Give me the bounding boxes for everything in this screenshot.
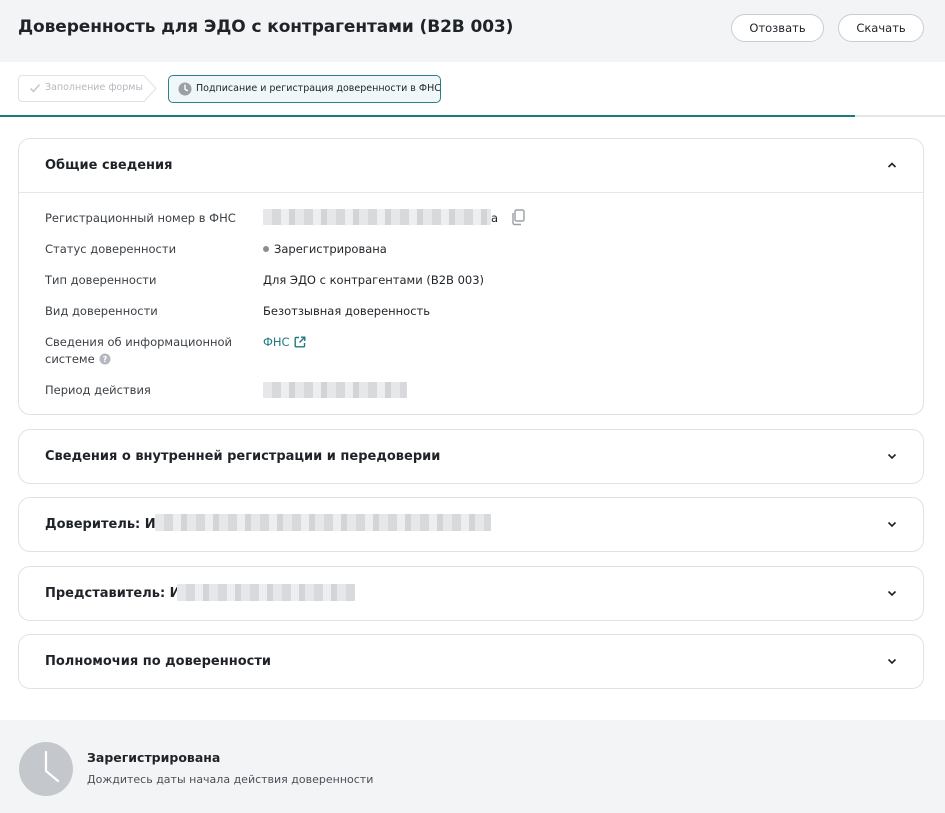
- info-system-label: Сведения об информационной системе?: [45, 334, 235, 368]
- step-fill-form[interactable]: Заполнение формы: [18, 75, 157, 102]
- powers-panel[interactable]: Полномочия по доверенности: [18, 634, 924, 689]
- principal-name-redacted: [155, 514, 491, 531]
- step-label: Заполнение формы: [45, 82, 143, 93]
- kind-label: Вид доверенности: [45, 304, 158, 318]
- info-system-label-text: Сведения об информационной системе: [45, 335, 233, 366]
- status-dot: [263, 246, 269, 252]
- chevron-down-icon[interactable]: [887, 519, 897, 529]
- clock-icon: [19, 742, 73, 796]
- period-redacted: [263, 382, 407, 398]
- copy-icon[interactable]: [510, 209, 526, 226]
- step-label: Подписание и регистрация доверенности в …: [196, 83, 441, 94]
- panel-title: Полномочия по доверенности: [45, 654, 271, 669]
- period-label: Период действия: [45, 383, 151, 397]
- reg-number-label: Регистрационный номер в ФНС: [45, 211, 236, 225]
- footer-status-subtitle: Дождитесь даты начала действия доверенно…: [87, 773, 374, 786]
- status-value: Зарегистрирована: [263, 241, 387, 258]
- representative-panel[interactable]: Представитель: ИП: [18, 566, 924, 621]
- step-sign-register[interactable]: Подписание и регистрация доверенности в …: [168, 75, 441, 103]
- svg-text:?: ?: [102, 355, 107, 364]
- stepper: Заполнение формы Подписание и регистраци…: [0, 62, 945, 118]
- chevron-up-icon[interactable]: [887, 160, 897, 170]
- fns-link[interactable]: ФНС: [263, 335, 290, 349]
- chevron-down-icon[interactable]: [887, 656, 897, 666]
- type-label: Тип доверенности: [45, 273, 157, 287]
- chevron-down-icon[interactable]: [887, 588, 897, 598]
- kind-value: Безотзывная доверенность: [263, 304, 431, 318]
- panel-title: Сведения о внутренней регистрации и пере…: [45, 449, 441, 464]
- check-icon: [29, 84, 41, 93]
- principal-panel[interactable]: Доверитель: ИП: [18, 497, 924, 552]
- progress-bar: [0, 115, 856, 117]
- page-title: Доверенность для ЭДО с контрагентами (B2…: [18, 17, 514, 37]
- external-link-icon[interactable]: [294, 336, 306, 348]
- status-label: Статус доверенности: [45, 242, 177, 256]
- footer-status-title: Зарегистрирована: [87, 750, 221, 765]
- status-text: Зарегистрирована: [274, 242, 387, 256]
- info-system-value[interactable]: ФНС: [263, 334, 306, 351]
- page-header: Доверенность для ЭДО с контрагентами (B2…: [0, 0, 945, 62]
- general-info-header[interactable]: Общие сведения: [19, 139, 923, 193]
- panel-title: Общие сведения: [45, 158, 173, 173]
- representative-name-redacted: [177, 584, 355, 601]
- reg-number-tail: a: [491, 211, 499, 225]
- type-value: Для ЭДО с контрагентами (B2B 003): [263, 273, 485, 287]
- panel-title: Доверитель: ИП: [45, 517, 167, 532]
- clock-icon: [178, 82, 192, 96]
- panel-title: Представитель: ИП: [45, 586, 192, 601]
- status-footer: Зарегистрирована Дождитесь даты начала д…: [0, 720, 945, 813]
- revoke-button[interactable]: Отозвать: [731, 14, 824, 42]
- download-button[interactable]: Скачать: [838, 14, 924, 42]
- chevron-down-icon[interactable]: [887, 451, 897, 461]
- general-info-panel: Общие сведения Регистрационный номер в Ф…: [18, 138, 924, 415]
- internal-registration-panel[interactable]: Сведения о внутренней регистрации и пере…: [18, 429, 924, 484]
- divider: [19, 192, 923, 193]
- reg-number-redacted: [263, 209, 491, 225]
- help-icon[interactable]: ?: [99, 353, 111, 365]
